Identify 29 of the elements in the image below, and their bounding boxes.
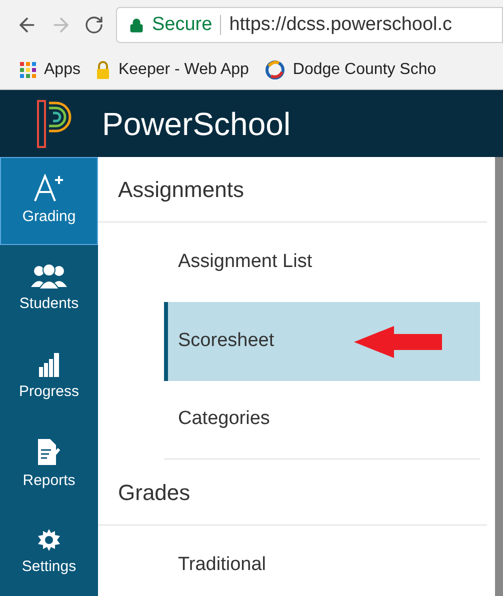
section-heading: Assignments [98,157,487,223]
a-plus-icon [33,174,65,202]
people-group-icon [30,262,68,289]
bookmark-link[interactable]: Dodge County Scho [264,58,436,82]
bar-chart-icon [38,350,60,377]
section-heading: Grades [98,460,487,526]
padlock-icon [96,60,110,78]
address-bar[interactable]: Secure https://dcss.powerschool.c [116,7,503,43]
left-arrow-icon [354,324,442,358]
apps-grid-icon [20,62,36,78]
url-text: https://dcss.powerschool.c [229,12,452,37]
lock-icon [129,18,144,32]
menu-item[interactable]: Scoresheet [164,302,480,381]
document-pencil-icon [37,438,61,466]
sidebar-item[interactable]: Grading [0,157,98,245]
sidebar-item[interactable]: Progress [0,333,98,421]
menu-item[interactable]: Assignment List [164,223,480,302]
bookmark-link[interactable]: Keeper - Web App [96,58,249,82]
menu-item[interactable]: Traditional [164,526,480,596]
app-title: PowerSchool [102,104,291,144]
circular-logo-icon [264,60,285,80]
sidebar-item[interactable]: Reports [0,421,98,509]
sidebar-item[interactable]: Settings [0,509,98,596]
reload-icon[interactable] [84,15,104,35]
sidebar-item[interactable]: Students [0,245,98,333]
settings-icon [37,528,61,552]
secure-label: Secure [152,12,212,37]
menu-item[interactable]: Categories [164,381,480,460]
bookmark-link[interactable]: Apps [20,58,80,82]
